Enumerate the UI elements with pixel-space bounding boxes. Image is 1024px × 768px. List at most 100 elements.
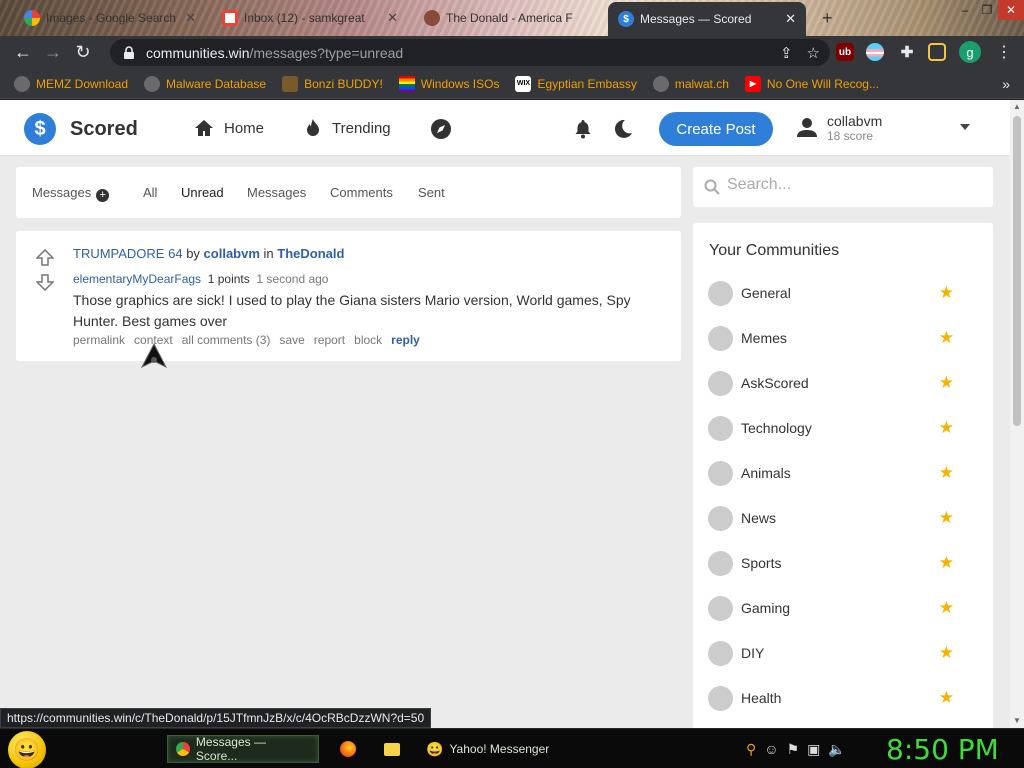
address-bar[interactable]: communities.win/messages?type=unread ⇪ ☆ <box>110 39 830 66</box>
community-item-health[interactable]: Health ★ <box>708 684 978 712</box>
bookmark-memz[interactable]: MEMZ Download <box>14 75 128 92</box>
task-yahoo-messenger[interactable]: 😀 Yahoo! Messenger <box>418 735 576 763</box>
community-item-gaming[interactable]: Gaming ★ <box>708 594 978 622</box>
scrollbar-thumb[interactable] <box>1013 116 1021 426</box>
share-icon[interactable]: ⇪ <box>780 44 793 62</box>
close-icon[interactable]: ✕ <box>785 11 796 27</box>
star-icon[interactable]: ★ <box>939 553 954 573</box>
back-icon[interactable]: ← <box>8 39 38 67</box>
star-icon[interactable]: ★ <box>939 598 954 618</box>
moon-icon[interactable] <box>613 119 633 139</box>
star-icon[interactable]: ★ <box>939 283 954 303</box>
chevron-down-icon[interactable] <box>960 124 970 130</box>
bookmark-bonzi-buddy[interactable]: Bonzi BUDDY! <box>282 75 383 92</box>
plus-circle-icon[interactable]: + <box>96 189 110 202</box>
messages-compose[interactable]: Messages + <box>32 185 110 202</box>
community-item-animals[interactable]: Animals ★ <box>708 459 978 487</box>
compass-icon[interactable] <box>430 118 452 140</box>
task-chrome-messages[interactable]: Messages — Score... <box>167 735 319 763</box>
star-icon[interactable]: ★ <box>939 463 954 483</box>
forward-icon[interactable]: → <box>38 39 68 67</box>
community-item-askscored[interactable]: AskScored ★ <box>708 369 978 397</box>
bookmark-malware-database[interactable]: Malware Database <box>144 75 266 92</box>
scored-logo[interactable]: $ <box>24 113 56 145</box>
tab-comments[interactable]: Comments <box>330 185 393 200</box>
status-url-tooltip: https://communities.win/c/TheDonald/p/15… <box>0 708 432 728</box>
close-icon[interactable]: ✕ <box>185 10 196 26</box>
search-input[interactable] <box>727 176 977 194</box>
bookmark-malwatch[interactable]: malwat.ch <box>652 75 729 92</box>
task-firefox[interactable] <box>332 735 364 763</box>
scroll-up-icon[interactable]: ▲ <box>1013 102 1021 111</box>
create-post-button[interactable]: Create Post <box>659 112 773 146</box>
tab-google-images[interactable]: Images - Google Search ✕ <box>14 4 206 32</box>
tab-messages-scored[interactable]: $ Messages — Scored ✕ <box>608 2 806 36</box>
bookmark-no-one-will-recog[interactable]: ▶ No One Will Recog... <box>744 75 879 92</box>
flag-tray-icon[interactable]: ⚑ <box>787 741 800 758</box>
bookmarks-overflow-icon[interactable]: » <box>1002 76 1010 92</box>
star-icon[interactable]: ★ <box>939 373 954 393</box>
post-author-link[interactable]: collabvm <box>204 246 260 261</box>
community-item-diy[interactable]: DIY ★ <box>708 639 978 667</box>
new-tab-button[interactable]: + <box>812 4 842 32</box>
extensions-puzzle-icon[interactable]: ✚ <box>898 43 916 61</box>
close-window-icon[interactable]: ✕ <box>998 0 1024 20</box>
star-icon[interactable]: ★ <box>939 328 954 348</box>
comment-author-link[interactable]: elementaryMyDearFags <box>73 272 201 286</box>
flame-icon <box>307 119 319 136</box>
downvote-icon[interactable] <box>36 273 54 291</box>
taskbar-clock[interactable]: 8:50 PM <box>886 733 999 766</box>
nav-trending[interactable]: Trending <box>304 118 391 138</box>
star-icon[interactable]: ★ <box>939 418 954 438</box>
sidebar-panel-icon[interactable] <box>928 43 946 61</box>
network-icon[interactable]: ▣ <box>807 741 820 758</box>
close-icon[interactable]: ✕ <box>387 10 398 26</box>
block-link[interactable]: block <box>354 333 382 347</box>
upvote-icon[interactable] <box>36 249 54 267</box>
permalink-link[interactable]: permalink <box>73 333 125 347</box>
username[interactable]: collabvm <box>827 113 882 129</box>
chrome-menu-icon[interactable]: ⋮ <box>996 42 1012 62</box>
user-icon[interactable] <box>796 116 818 138</box>
star-icon[interactable]: ★ <box>939 688 954 708</box>
star-icon[interactable]: ★ <box>939 643 954 663</box>
reply-link[interactable]: reply <box>391 333 420 347</box>
tab-all[interactable]: All <box>143 185 157 200</box>
bookmark-egyptian-embassy[interactable]: WIX Egyptian Embassy <box>515 75 637 92</box>
restore-icon[interactable]: ❐ <box>976 0 998 20</box>
timestamp: 1 second ago <box>256 272 329 286</box>
report-link[interactable]: report <box>314 333 345 347</box>
start-smiley-icon[interactable]: 😀 <box>8 731 46 768</box>
community-item-memes[interactable]: Memes ★ <box>708 324 978 352</box>
save-link[interactable]: save <box>279 333 304 347</box>
messenger-tray-icon[interactable]: ☺ <box>764 741 778 758</box>
task-folder[interactable] <box>376 735 408 763</box>
page-scrollbar[interactable]: ▲ ▼ <box>1010 100 1024 728</box>
scroll-down-icon[interactable]: ▼ <box>1013 716 1021 725</box>
all-comments-link[interactable]: all comments (3) <box>182 333 271 347</box>
tab-unread[interactable]: Unread <box>181 185 224 200</box>
community-link[interactable]: TheDonald <box>277 246 344 261</box>
tab-sent[interactable]: Sent <box>418 185 445 200</box>
community-item-news[interactable]: News ★ <box>708 504 978 532</box>
post-title-link[interactable]: TRUMPADORE 64 <box>73 246 183 261</box>
community-item-sports[interactable]: Sports ★ <box>708 549 978 577</box>
brand-name[interactable]: Scored <box>70 118 138 141</box>
profile-avatar[interactable]: g <box>959 41 981 63</box>
nav-home[interactable]: Home <box>194 118 264 138</box>
star-icon[interactable]: ★ <box>939 508 954 528</box>
minimize-icon[interactable]: – <box>954 0 976 20</box>
tab-gmail[interactable]: Inbox (12) - samkgreat ✕ <box>212 4 408 32</box>
flag-extension-icon[interactable] <box>866 43 884 61</box>
volume-icon[interactable]: 🔈 <box>828 741 845 758</box>
search-tray-icon[interactable]: ⚲ <box>746 741 756 758</box>
reload-icon[interactable]: ↻ <box>68 39 98 67</box>
community-item-general[interactable]: General ★ <box>708 279 978 307</box>
community-item-technology[interactable]: Technology ★ <box>708 414 978 442</box>
bookmark-windows-isos[interactable]: Windows ISOs <box>398 75 499 92</box>
bookmark-star-icon[interactable]: ☆ <box>807 44 820 62</box>
bell-icon[interactable] <box>574 119 592 139</box>
tab-thedonald[interactable]: The Donald - America F <box>414 4 604 32</box>
ublock-icon[interactable]: ub <box>836 43 854 61</box>
tab-messages[interactable]: Messages <box>247 185 306 200</box>
